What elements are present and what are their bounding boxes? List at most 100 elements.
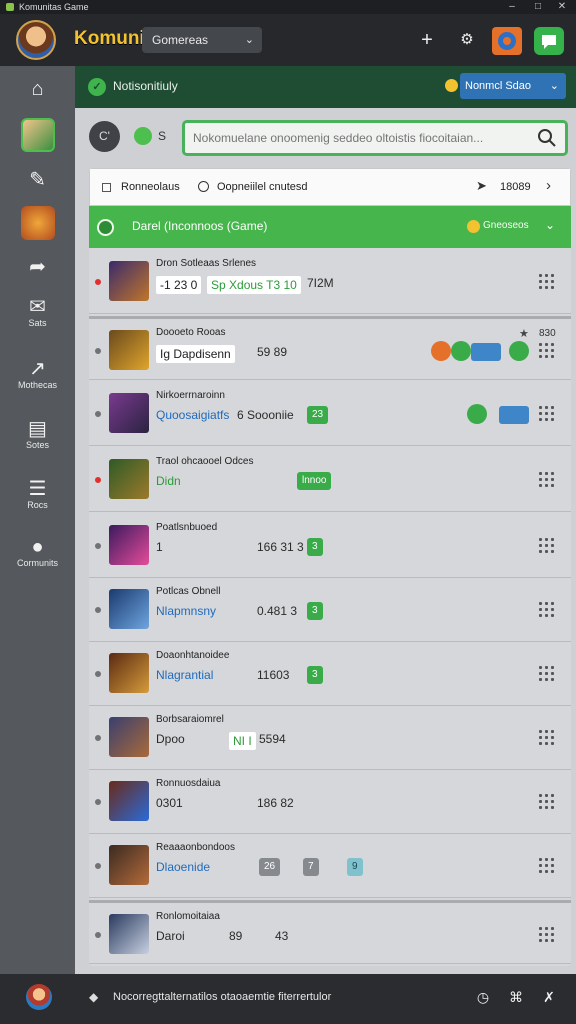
sort-option-label[interactable]: Oopneiilel cnutesd bbox=[217, 181, 308, 193]
list-item[interactable]: Ronnuosdaiua 0301 186 82 bbox=[89, 770, 571, 834]
chat-icon[interactable] bbox=[534, 27, 564, 55]
mode-dropdown[interactable]: Nonmcl Sdao ⌄ bbox=[460, 73, 566, 99]
drag-handle-icon[interactable] bbox=[539, 666, 557, 682]
drag-handle-icon[interactable] bbox=[539, 343, 557, 359]
row-subtitle-secondary: NI I bbox=[229, 732, 256, 750]
row-stat: 6 Soooniie bbox=[237, 408, 294, 422]
search-input[interactable] bbox=[193, 123, 533, 153]
list-item[interactable]: Doaonhtanoidee Nlagrantial 11603 3 bbox=[89, 642, 571, 706]
filter-circle-button[interactable]: C' bbox=[89, 121, 120, 152]
count-badge: 3 bbox=[307, 538, 323, 556]
sidebar-item-trends[interactable]: ↗ Mothecas bbox=[0, 358, 75, 390]
game-thumbnail bbox=[109, 914, 149, 954]
list-item[interactable]: Traol ohcaooel Odces Didn lnnoo bbox=[89, 448, 571, 512]
action-button[interactable] bbox=[467, 404, 487, 424]
list-item[interactable]: Poatlsnbuoed 1 166 31 33 bbox=[89, 514, 571, 578]
drag-handle-icon[interactable] bbox=[539, 730, 557, 746]
timer-icon[interactable]: ◷ bbox=[472, 986, 494, 1008]
row-title: Nirkoerrnaroinn bbox=[156, 390, 225, 401]
notification-icon: ✓ bbox=[88, 78, 106, 96]
list-item[interactable]: Dron Sotleaas Srlenes -1 23 0 Sp Xdous T3 … bbox=[89, 250, 571, 314]
footer-bar: ◆ Nocorregttalternatilos otaoaemtie fite… bbox=[0, 974, 576, 1024]
game-dropdown[interactable]: Gomereas ⌄ bbox=[142, 27, 262, 53]
search-icon[interactable] bbox=[537, 128, 557, 148]
group-icon bbox=[97, 219, 114, 236]
app-logo-icon bbox=[6, 3, 14, 11]
maximize-icon[interactable]: □ bbox=[526, 0, 550, 14]
close-icon[interactable]: ✕ bbox=[550, 0, 574, 14]
trend-icon: ↗ bbox=[29, 358, 46, 380]
window-titlebar: Komunitas Game – □ ✕ bbox=[0, 0, 576, 14]
drag-handle-icon[interactable] bbox=[539, 602, 557, 618]
document-icon: ▤ bbox=[28, 418, 47, 440]
search-row: C' S bbox=[75, 108, 576, 166]
sidebar-item-edit[interactable]: ✎ bbox=[0, 169, 75, 191]
sidebar-item-home[interactable]: ⌂ bbox=[0, 78, 75, 100]
sort-label[interactable]: Ronneolaus bbox=[121, 181, 180, 193]
sidebar-item-label: Sotes bbox=[25, 440, 49, 450]
add-icon[interactable]: + bbox=[414, 27, 440, 53]
status-dot bbox=[95, 863, 101, 869]
row-title: Doaonhtanoidee bbox=[156, 650, 230, 661]
orange-app-icon[interactable] bbox=[492, 27, 522, 55]
list-item[interactable]: Doooeto Rooas Ig Dapdisenn 59 89 ★ 830 bbox=[89, 316, 571, 380]
sidebar-item-posts[interactable]: ☰ Rocs bbox=[0, 478, 75, 510]
list-item[interactable]: Potlcas Obnell Nlapmnsny 0.481 3 3 bbox=[89, 578, 571, 642]
chevron-down-icon: ⌄ bbox=[244, 34, 254, 46]
pin-icon[interactable]: ➤ bbox=[476, 178, 487, 194]
header-title: Notisonitiuly bbox=[113, 79, 178, 93]
drag-handle-icon[interactable] bbox=[539, 538, 557, 554]
chevron-right-icon[interactable]: › bbox=[546, 177, 551, 194]
chevron-down-icon[interactable]: ⌄ bbox=[545, 218, 555, 232]
group-header[interactable]: Darel (Inconnoos (Game) Gneoseos ⌄ bbox=[89, 206, 571, 248]
user-avatar[interactable] bbox=[16, 20, 56, 60]
drag-handle-icon[interactable] bbox=[539, 794, 557, 810]
action-chip[interactable] bbox=[499, 406, 529, 424]
row-title: Doooeto Rooas bbox=[156, 327, 226, 338]
drag-handle-icon[interactable] bbox=[539, 472, 557, 488]
action-button[interactable] bbox=[509, 341, 529, 361]
row-title: Potlcas Obnell bbox=[156, 586, 221, 597]
edit-icon: ✎ bbox=[29, 169, 46, 191]
row-subtitle: -1 23 0 bbox=[156, 276, 202, 294]
drag-handle-icon[interactable] bbox=[539, 274, 557, 290]
row-subtitle-secondary: Sp Xdous T3 10 bbox=[207, 276, 301, 294]
row-subtitle: Dpoo bbox=[156, 732, 185, 746]
list-item[interactable]: Ronlomoitaiaa Daroi 89 43 bbox=[89, 900, 571, 964]
drag-handle-icon[interactable] bbox=[539, 858, 557, 874]
sidebar-item-game[interactable] bbox=[0, 206, 75, 240]
sidebar-item-guide[interactable]: ▤ Sotes bbox=[0, 418, 75, 450]
list-item[interactable]: Borbsaraiomrel Dpoo NI I 5594 bbox=[89, 706, 571, 770]
tools-icon[interactable]: ✗ bbox=[538, 986, 560, 1008]
action-button[interactable] bbox=[451, 341, 471, 361]
controller-icon[interactable]: ⌘ bbox=[505, 986, 527, 1008]
share-icon: ➦ bbox=[29, 256, 46, 278]
action-chip[interactable] bbox=[471, 343, 501, 361]
sidebar-item-share[interactable]: ➦ bbox=[0, 256, 75, 278]
row-title: Reaaaonbondoos bbox=[156, 842, 235, 853]
list-item[interactable]: Reaaaonbondoos Dlaoenide 26 7 9 bbox=[89, 834, 571, 898]
list-item[interactable]: Nirkoerrnaroinn Quoosaigiatfs 6 Soooniie 23 bbox=[89, 382, 571, 446]
count-badge: 3 bbox=[307, 666, 323, 684]
sidebar-item-profile[interactable] bbox=[0, 118, 75, 152]
sidebar-item-community[interactable]: ● Cormunits bbox=[0, 536, 75, 568]
drag-handle-icon[interactable] bbox=[539, 406, 557, 422]
search-box bbox=[182, 120, 568, 156]
footer-avatar[interactable] bbox=[26, 984, 52, 1010]
minimize-icon[interactable]: – bbox=[500, 0, 524, 14]
sidebar-item-stats[interactable]: ✉ Sats bbox=[0, 296, 75, 328]
row-stat: 7I2M bbox=[307, 276, 334, 290]
list-icon: ☰ bbox=[28, 478, 47, 500]
select-all-checkbox[interactable] bbox=[102, 183, 111, 192]
total-count: 18089 bbox=[500, 181, 531, 193]
home-icon: ⌂ bbox=[31, 78, 44, 100]
drag-handle-icon[interactable] bbox=[539, 927, 557, 943]
status-label: S bbox=[158, 129, 167, 143]
status-dot bbox=[95, 279, 101, 285]
action-button[interactable] bbox=[431, 341, 451, 361]
notification-header: ✓ Notisonitiuly Nonmcl Sdao ⌄ bbox=[75, 66, 576, 108]
row-subtitle: Nlagrantial bbox=[156, 668, 214, 682]
settings-icon[interactable]: ⚙ bbox=[454, 27, 480, 53]
row-stat: 89 bbox=[229, 929, 243, 943]
row-title: Traol ohcaooel Odces bbox=[156, 456, 254, 467]
